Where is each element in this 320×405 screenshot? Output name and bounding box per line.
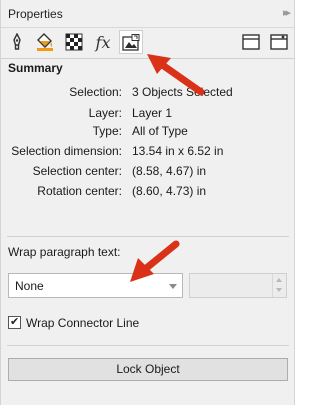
property-label: Selection:	[69, 85, 122, 99]
property-row: Type: All of Type	[1, 124, 294, 140]
property-value: 3 Objects Selected	[132, 85, 233, 99]
properties-toolbar: fx	[1, 27, 294, 59]
property-row: Layer: Layer 1	[1, 106, 294, 122]
property-label: Type:	[92, 124, 122, 138]
property-value: Layer 1	[132, 106, 173, 120]
wrap-paragraph-label: Wrap paragraph text:	[8, 245, 121, 259]
frame-tab[interactable]	[239, 30, 263, 54]
frame-settings-tab[interactable]	[267, 30, 291, 54]
property-label: Layer:	[88, 106, 122, 120]
summary-tab[interactable]	[119, 30, 143, 54]
property-row: Rotation center: (8.60, 4.73) in	[1, 184, 294, 200]
properties-panel: Properties ▸▸ fx Summary Selection: 3 Ob…	[0, 0, 295, 405]
property-row: Selection dimension: 13.54 in x 6.52 in	[1, 144, 294, 160]
outline-pen-icon	[13, 33, 21, 50]
step-down-icon[interactable]	[276, 288, 282, 292]
wrap-connector-checkbox[interactable]: ✔	[8, 316, 21, 329]
property-value: 13.54 in x 6.52 in	[132, 144, 224, 158]
frame-settings-icon	[270, 34, 288, 50]
summary-section: Summary Selection: 3 Objects Selected La…	[1, 58, 294, 236]
fill-bucket-icon	[37, 33, 53, 51]
outline-tab[interactable]	[5, 30, 29, 54]
collapse-panel-icon[interactable]: ▸▸	[283, 6, 291, 19]
panel-titlebar: Properties ▸▸	[1, 0, 294, 28]
property-value: (8.60, 4.73) in	[132, 184, 207, 198]
checkmark-icon: ✔	[10, 316, 20, 328]
property-row: Selection: 3 Objects Selected	[1, 85, 294, 101]
summary-heading: Summary	[8, 61, 63, 75]
stepper-buttons	[272, 274, 286, 297]
transparency-tab[interactable]	[62, 30, 86, 54]
fill-tab[interactable]	[33, 30, 57, 54]
chevron-down-icon	[169, 284, 177, 289]
section-divider	[7, 236, 289, 237]
panel-title: Properties	[8, 7, 63, 21]
property-value: All of Type	[132, 124, 188, 138]
property-label: Selection center:	[32, 164, 122, 178]
property-label: Selection dimension:	[11, 144, 122, 158]
transparency-checker-icon	[65, 33, 83, 51]
property-label: Rotation center:	[37, 184, 122, 198]
effects-fx-icon: fx	[95, 32, 111, 52]
wrap-paragraph-dropdown[interactable]: None	[8, 273, 183, 298]
effects-tab[interactable]: fx	[91, 30, 115, 54]
lock-object-button[interactable]: Lock Object	[8, 358, 288, 381]
wrap-offset-stepper[interactable]	[189, 273, 287, 298]
step-up-icon[interactable]	[276, 278, 282, 282]
property-value: (8.58, 4.67) in	[132, 164, 207, 178]
wrap-dropdown-value: None	[15, 279, 44, 293]
property-row: Selection center: (8.58, 4.67) in	[1, 164, 294, 180]
section-divider	[7, 345, 289, 346]
frame-icon	[242, 34, 260, 50]
summary-picture-icon	[122, 33, 140, 51]
wrap-connector-label[interactable]: Wrap Connector Line	[26, 316, 139, 330]
